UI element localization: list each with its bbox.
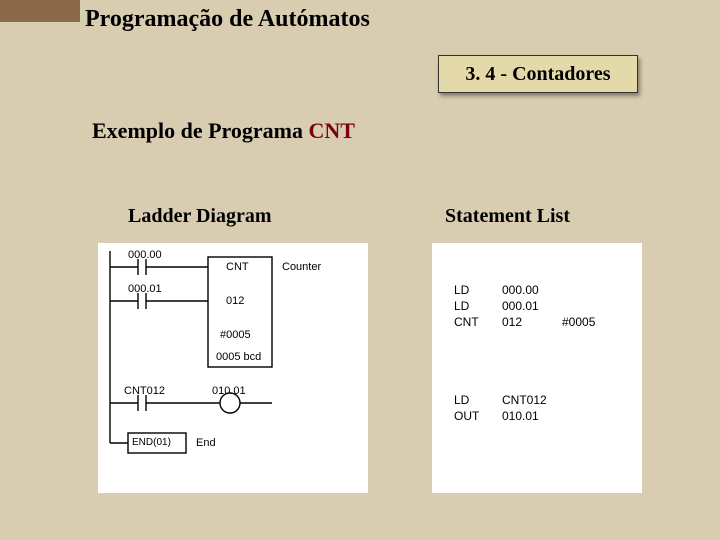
ladder-diagram: 000.00 000.01 CNT 012 #0005 0005 bcd Cou… bbox=[98, 243, 368, 493]
section-badge: 3. 4 - Contadores bbox=[438, 55, 638, 93]
ladder-heading: Ladder Diagram bbox=[128, 205, 272, 228]
stl-block1: LD 000.00 LD 000.01 CNT 012 #0005 bbox=[454, 283, 612, 329]
ladder-svg bbox=[98, 243, 368, 493]
stl-op: OUT bbox=[454, 409, 502, 423]
page-title: Programação de Autómatos bbox=[85, 6, 370, 33]
ladder-addr1: 000.00 bbox=[128, 249, 162, 261]
ladder-block-top: CNT bbox=[226, 261, 249, 273]
stl-a: 012 bbox=[502, 315, 562, 329]
statement-list: LD 000.00 LD 000.01 CNT 012 #0005 LD CNT… bbox=[432, 243, 642, 493]
example-code: CNT bbox=[309, 118, 355, 143]
accent-bar bbox=[0, 0, 80, 22]
stl-b bbox=[562, 283, 612, 297]
stl-a: 000.01 bbox=[502, 299, 562, 313]
stl-a: 000.00 bbox=[502, 283, 562, 297]
stl-block2: LD CNT012 OUT 010.01 bbox=[454, 393, 562, 423]
ladder-rung2-contact: CNT012 bbox=[124, 385, 165, 397]
ladder-end-label: End bbox=[196, 437, 216, 449]
example-title: Exemplo de Programa CNT bbox=[92, 118, 355, 144]
ladder-addr2: 000.01 bbox=[128, 283, 162, 295]
ladder-block-bcd: 0005 bcd bbox=[216, 351, 261, 363]
ladder-counter-label: Counter bbox=[282, 261, 321, 273]
stl-a: CNT012 bbox=[502, 393, 562, 407]
stl-op: CNT bbox=[454, 315, 502, 329]
ladder-block-val: #0005 bbox=[220, 329, 251, 341]
stl-a: 010.01 bbox=[502, 409, 562, 423]
ladder-block-mid: 012 bbox=[226, 295, 244, 307]
stl-op: LD bbox=[454, 283, 502, 297]
stl-op: LD bbox=[454, 393, 502, 407]
stl-heading: Statement List bbox=[445, 205, 570, 228]
example-prefix: Exemplo de Programa bbox=[92, 118, 309, 143]
stl-b: #0005 bbox=[562, 315, 612, 329]
stl-op: LD bbox=[454, 299, 502, 313]
ladder-end-box: END(01) bbox=[132, 437, 171, 448]
stl-b bbox=[562, 299, 612, 313]
ladder-rung2-coil: 010.01 bbox=[212, 385, 246, 397]
